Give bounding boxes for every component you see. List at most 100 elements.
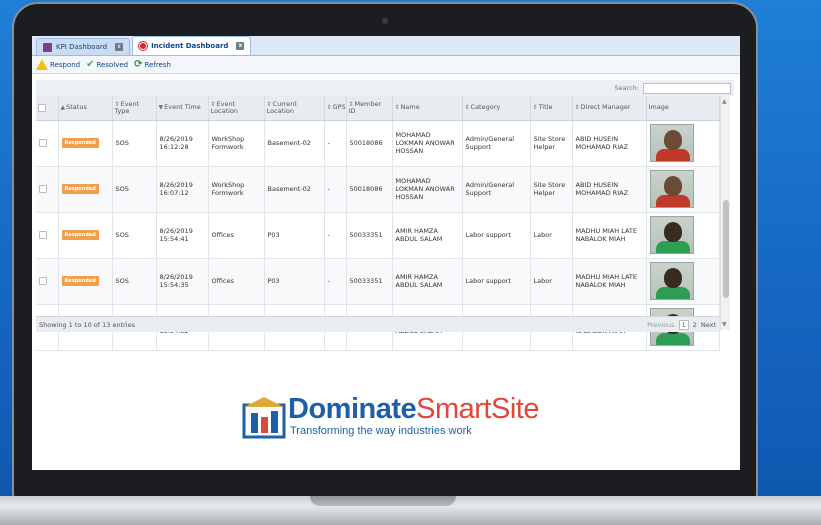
col-name[interactable]: ⇕Name [392, 96, 463, 121]
name-cell: AMIR HAMZA ABDUL SALAM [392, 212, 463, 259]
current-cell: Basement-02 [264, 166, 325, 213]
scroll-up-icon[interactable]: ▲ [722, 98, 727, 105]
col-current-location[interactable]: ⇕Current Location [264, 96, 325, 121]
row-checkbox[interactable] [39, 277, 47, 285]
tab-kpi-dashboard[interactable]: KPI Dashboard x [36, 38, 131, 55]
member-cell: 50033351 [346, 258, 393, 305]
select-all-header[interactable] [36, 96, 59, 121]
status-badge: Responded [61, 138, 99, 148]
laptop-notch [310, 496, 456, 506]
select-all-checkbox[interactable] [38, 103, 46, 112]
type-cell: SOS [112, 166, 157, 213]
row-checkbox[interactable] [39, 185, 47, 193]
warning-icon [36, 59, 48, 70]
col-status[interactable]: ▲Status [58, 96, 113, 121]
page-2-button[interactable]: 2 [693, 321, 697, 329]
previous-button[interactable]: Previous [647, 321, 674, 329]
toolbar: Respond ✔ Resolved ⟳ Refresh [32, 56, 740, 74]
member-cell: 50018086 [346, 166, 393, 213]
table-header: ▲Status ⇕Event Type ▼Event Time ⇕Event L… [36, 96, 720, 121]
col-direct-manager[interactable]: ⇕Direct Manager [572, 96, 647, 121]
location-cell: Offices [208, 258, 265, 305]
time-cell: 8/26/2019 16:12:28 [156, 120, 209, 167]
manager-cell: MADHU MIAH LATE NABALOK MIAH [572, 258, 647, 305]
row-select-cell[interactable] [36, 120, 59, 167]
location-cell: Offices [208, 212, 265, 259]
category-cell: Labor support [462, 258, 531, 305]
manager-cell: ABID HUSEIN MOHAMAD RIAZ [572, 166, 647, 213]
current-cell: P03 [264, 212, 325, 259]
name-cell: AMIR HAMZA ABDUL SALAM [392, 258, 463, 305]
gps-cell: - [324, 120, 347, 167]
search-input[interactable] [643, 82, 731, 94]
time-cell: 8/26/2019 16:07:12 [156, 166, 209, 213]
image-cell [646, 258, 720, 305]
location-cell: WorkShop Formwork [208, 120, 265, 167]
col-event-time[interactable]: ▼Event Time [156, 96, 209, 121]
member-photo[interactable] [649, 170, 694, 208]
refresh-label: Refresh [144, 60, 171, 69]
vertical-scrollbar[interactable]: ▲ ▼ [720, 96, 730, 330]
member-photo[interactable] [649, 124, 694, 162]
scroll-down-icon[interactable]: ▼ [722, 321, 727, 328]
col-gps[interactable]: ⇕GPS [324, 96, 347, 121]
scroll-thumb[interactable] [723, 200, 729, 298]
row-select-cell[interactable] [36, 166, 59, 213]
current-cell: P03 [264, 258, 325, 305]
next-button[interactable]: Next [701, 321, 716, 329]
close-icon[interactable]: x [115, 43, 124, 51]
page-1-button[interactable]: 1 [678, 319, 689, 330]
gps-cell: - [324, 212, 347, 259]
col-title[interactable]: ⇕Title [530, 96, 573, 121]
row-select-cell[interactable] [36, 258, 59, 305]
table-row[interactable]: Responded SOS 8/26/2019 16:07:12 WorkShop F… [36, 166, 720, 213]
title-cell: Site Store Helper [530, 166, 573, 213]
incident-grid: Search: ▲Status ⇕Event Type ▼Event Time [36, 80, 734, 368]
logo-tagline: Transforming the way industries work [290, 425, 472, 437]
member-photo[interactable] [649, 262, 694, 300]
member-photo[interactable] [649, 216, 694, 254]
type-cell: SOS [112, 120, 157, 167]
pagination: Previous 1 2 Next [647, 319, 716, 330]
current-cell: Basement-02 [264, 120, 325, 167]
name-cell: MOHAMAD LOKMAN ANOWAR HOSSAN [392, 120, 463, 167]
location-cell: WorkShop Formwork [208, 166, 265, 213]
check-icon: ✔ [86, 59, 95, 70]
status-cell: Responded [58, 166, 113, 213]
title-cell: Labor [530, 212, 573, 259]
entries-info: Showing 1 to 10 of 13 entries [39, 320, 135, 329]
refresh-button[interactable]: ⟳ Refresh [134, 59, 171, 70]
table-row[interactable]: Responded SOS 8/26/2019 16:12:28 WorkShop F… [36, 120, 720, 167]
table-row[interactable]: Responded SOS 8/26/2019 15:54:41 Offices P03… [36, 212, 720, 259]
name-cell: MOHAMAD LOKMAN ANOWAR HOSSAN [392, 166, 463, 213]
col-member-id[interactable]: ⇕Member ID [346, 96, 393, 121]
type-cell: SOS [112, 258, 157, 305]
time-cell: 8/26/2019 15:54:35 [156, 258, 209, 305]
tab-incident-dashboard[interactable]: Incident Dashboard x [132, 36, 252, 55]
col-event-location[interactable]: ⇕Event Location [208, 96, 265, 121]
search-label: Search: [614, 84, 639, 92]
status-badge: Responded [61, 276, 99, 286]
incident-icon [139, 42, 148, 50]
type-cell: SOS [112, 212, 157, 259]
resolved-label: Resolved [96, 60, 129, 69]
image-cell [646, 212, 720, 259]
category-cell: Admin/General Support [462, 166, 531, 213]
status-badge: Responded [61, 230, 99, 240]
col-event-type[interactable]: ⇕Event Type [112, 96, 157, 121]
building-logo-icon [242, 397, 286, 439]
row-select-cell[interactable] [36, 212, 59, 259]
col-category[interactable]: ⇕Category [462, 96, 531, 121]
row-checkbox[interactable] [39, 231, 47, 239]
image-cell [646, 166, 720, 213]
close-icon[interactable]: x [236, 42, 245, 50]
respond-button[interactable]: Respond [36, 59, 80, 70]
manager-cell: ABID HUSEIN MOHAMAD RIAZ [572, 120, 647, 167]
tab-label: KPI Dashboard [56, 43, 108, 51]
table-row[interactable]: Responded SOS 8/26/2019 15:54:35 Offices P03… [36, 258, 720, 305]
row-checkbox[interactable] [39, 139, 47, 147]
logo-title: DominateSmartSite [288, 393, 539, 425]
respond-label: Respond [50, 60, 81, 69]
status-cell: Responded [58, 212, 113, 259]
resolved-button[interactable]: ✔ Resolved [86, 59, 128, 70]
